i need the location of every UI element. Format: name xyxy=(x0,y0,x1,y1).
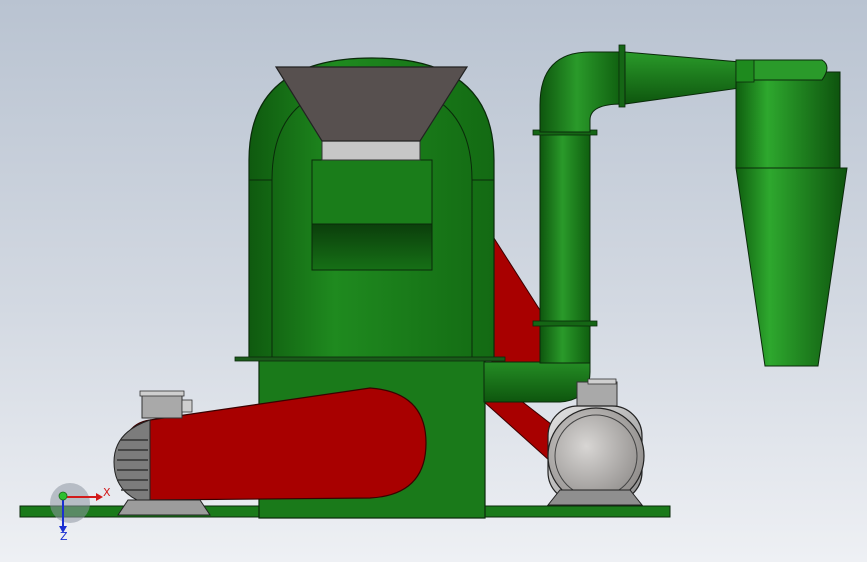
triad-x-label: X xyxy=(103,486,111,499)
pipe-flange-lower xyxy=(532,320,598,327)
discharge-chute xyxy=(491,233,546,363)
elbow-flange xyxy=(618,44,626,108)
fan-motor-terminal-lid xyxy=(587,378,617,385)
triad-x-arrowhead xyxy=(96,493,103,501)
cable-gland xyxy=(181,399,193,413)
hopper-collar xyxy=(321,140,421,161)
fan-motor-feet xyxy=(546,489,644,506)
cyclone-inlet-duct xyxy=(624,51,741,105)
cad-viewport[interactable]: X Z xyxy=(0,0,867,562)
motor-fan-cover xyxy=(113,419,151,506)
motor-terminal-box xyxy=(141,393,183,419)
hammer-mill-assembly-drawing xyxy=(19,44,848,533)
triad-z-label: Z xyxy=(60,530,68,543)
cyclone-inlet-lip xyxy=(735,59,755,83)
fan-motor-terminal-box xyxy=(576,381,618,407)
outlet-pipe-vertical xyxy=(539,127,591,364)
pedestal-flange xyxy=(234,356,506,362)
outlet-pipe-top-elbow xyxy=(539,51,623,133)
cyclone-cone xyxy=(735,167,848,367)
triad-y-axis-dot xyxy=(58,491,68,501)
triad-origin-shadow xyxy=(50,483,90,523)
terminal-box-lid xyxy=(139,390,185,397)
motor-feet xyxy=(117,499,211,516)
feed-screen xyxy=(311,223,433,271)
